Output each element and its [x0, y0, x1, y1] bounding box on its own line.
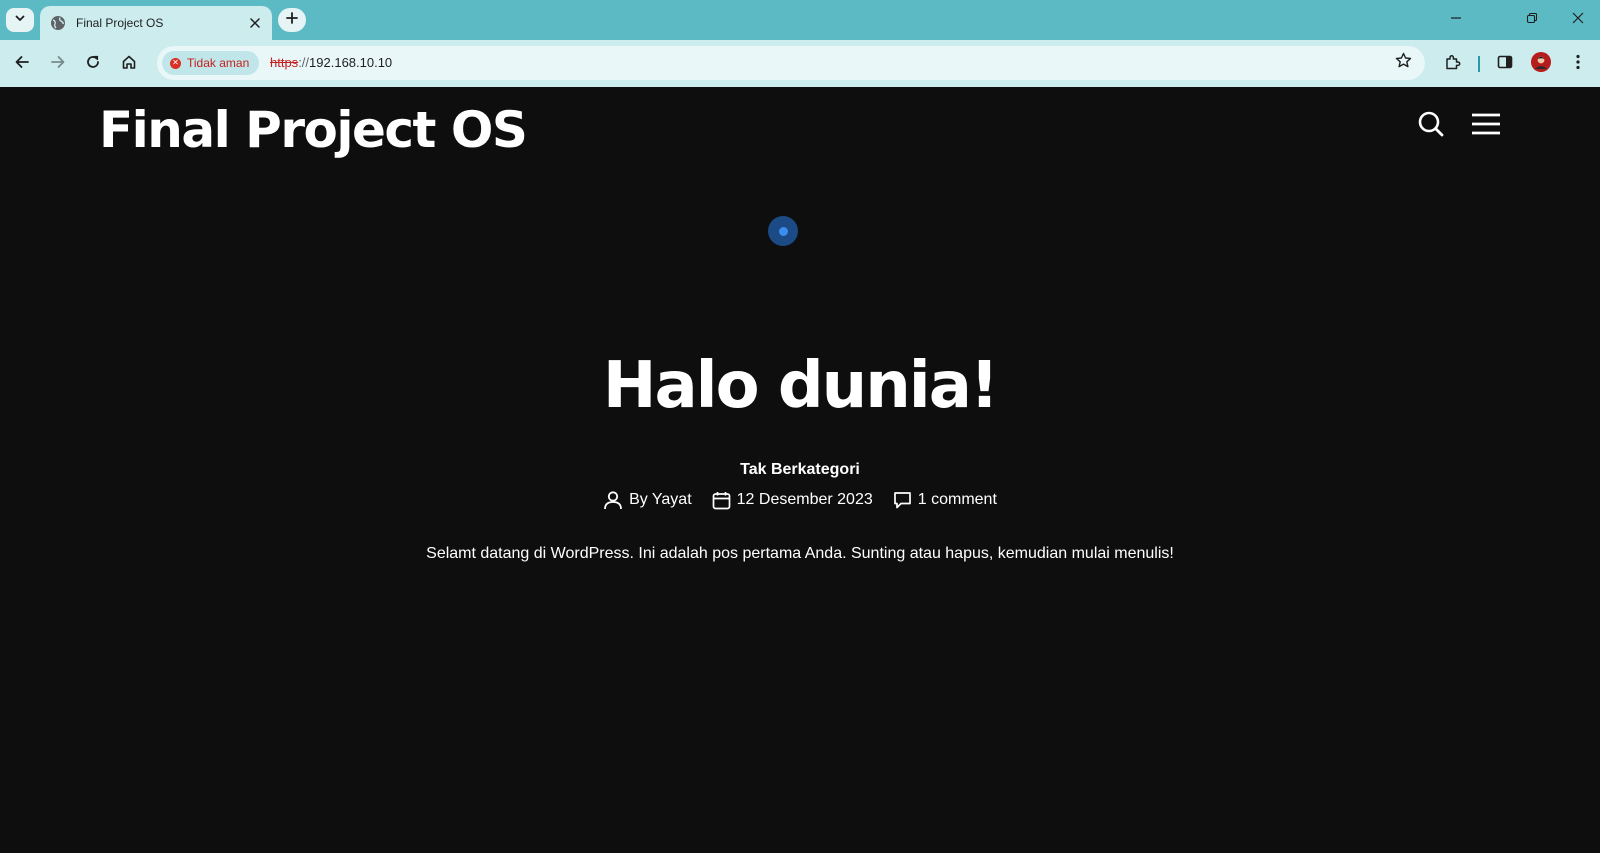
- browser-toolbar: ✕ Tidak aman https://192.168.10.10: [0, 40, 1600, 87]
- browser-tab[interactable]: Final Project OS: [40, 6, 272, 40]
- user-icon: [603, 490, 623, 510]
- bookmark-button[interactable]: [1391, 51, 1415, 75]
- menu-toggle[interactable]: [1469, 109, 1503, 143]
- kebab-menu-icon: [1575, 54, 1581, 75]
- post-comments-label: 1 comment: [917, 491, 997, 508]
- new-tab-button[interactable]: [278, 8, 306, 32]
- post-title[interactable]: Halo dunia!: [0, 349, 1600, 423]
- browser-tabstrip: Final Project OS: [0, 0, 1600, 40]
- plus-icon: [286, 11, 298, 29]
- extensions-button[interactable]: [1440, 51, 1466, 77]
- post-author[interactable]: By Yayat: [603, 490, 692, 510]
- security-label: Tidak aman: [187, 56, 250, 70]
- restore-icon: [1526, 11, 1538, 29]
- extensions-icon: [1444, 53, 1462, 76]
- url-host: 192.168.10.10: [309, 55, 393, 70]
- post-author-label: By Yayat: [629, 491, 692, 508]
- minimize-icon: [1450, 11, 1462, 29]
- forward-arrow-icon: [50, 54, 66, 75]
- url-text[interactable]: https://192.168.10.10: [270, 55, 392, 70]
- side-panel-button[interactable]: [1492, 51, 1518, 77]
- restore-button[interactable]: [1517, 8, 1547, 32]
- tab-search-button[interactable]: [6, 8, 34, 32]
- home-icon: [121, 54, 137, 75]
- back-button[interactable]: [9, 51, 35, 77]
- loading-dot: [778, 226, 788, 236]
- chevron-down-icon: [14, 11, 26, 29]
- reload-button[interactable]: [80, 51, 106, 77]
- window-close-icon: [1572, 11, 1584, 29]
- minimize-button[interactable]: [1441, 8, 1471, 32]
- post-meta: By Yayat 12 Desember 2023 1 comment: [0, 487, 1600, 513]
- globe-icon: [50, 15, 66, 31]
- toolbar-divider: [1478, 56, 1480, 72]
- post-excerpt: Selamt datang di WordPress. Ini adalah p…: [426, 545, 1174, 562]
- side-panel-icon: [1497, 54, 1513, 75]
- home-button[interactable]: [116, 51, 142, 77]
- post-category[interactable]: Tak Berkategori: [0, 461, 1600, 479]
- post-date-label: 12 Desember 2023: [736, 491, 873, 508]
- site-title[interactable]: Final Project OS: [99, 101, 528, 159]
- reload-icon: [85, 54, 101, 75]
- back-arrow-icon: [14, 54, 30, 75]
- post-date[interactable]: 12 Desember 2023: [712, 491, 873, 510]
- url-scheme: https: [270, 55, 299, 70]
- forward-button[interactable]: [45, 51, 71, 77]
- security-indicator[interactable]: ✕ Tidak aman: [162, 51, 259, 75]
- hamburger-menu-icon: [1471, 112, 1501, 141]
- warning-icon: ✕: [170, 57, 181, 69]
- post-comments-link[interactable]: 1 comment: [893, 491, 997, 510]
- window-close-button[interactable]: [1563, 8, 1593, 32]
- browser-menu-button[interactable]: [1565, 51, 1591, 77]
- comment-icon: [893, 491, 912, 510]
- search-icon: [1417, 110, 1445, 143]
- address-bar[interactable]: ✕ Tidak aman https://192.168.10.10: [157, 46, 1425, 80]
- close-icon[interactable]: [246, 14, 264, 32]
- star-icon: [1395, 52, 1412, 74]
- avatar: [1531, 51, 1551, 77]
- search-toggle[interactable]: [1414, 109, 1448, 143]
- page-content: Final Project OS Halo dunia! Tak Berkate…: [0, 87, 1600, 853]
- tab-title: Final Project OS: [76, 16, 164, 30]
- profile-button[interactable]: [1528, 51, 1554, 77]
- calendar-icon: [712, 491, 731, 510]
- url-separator: ://: [298, 55, 310, 70]
- loading-indicator: [768, 216, 798, 246]
